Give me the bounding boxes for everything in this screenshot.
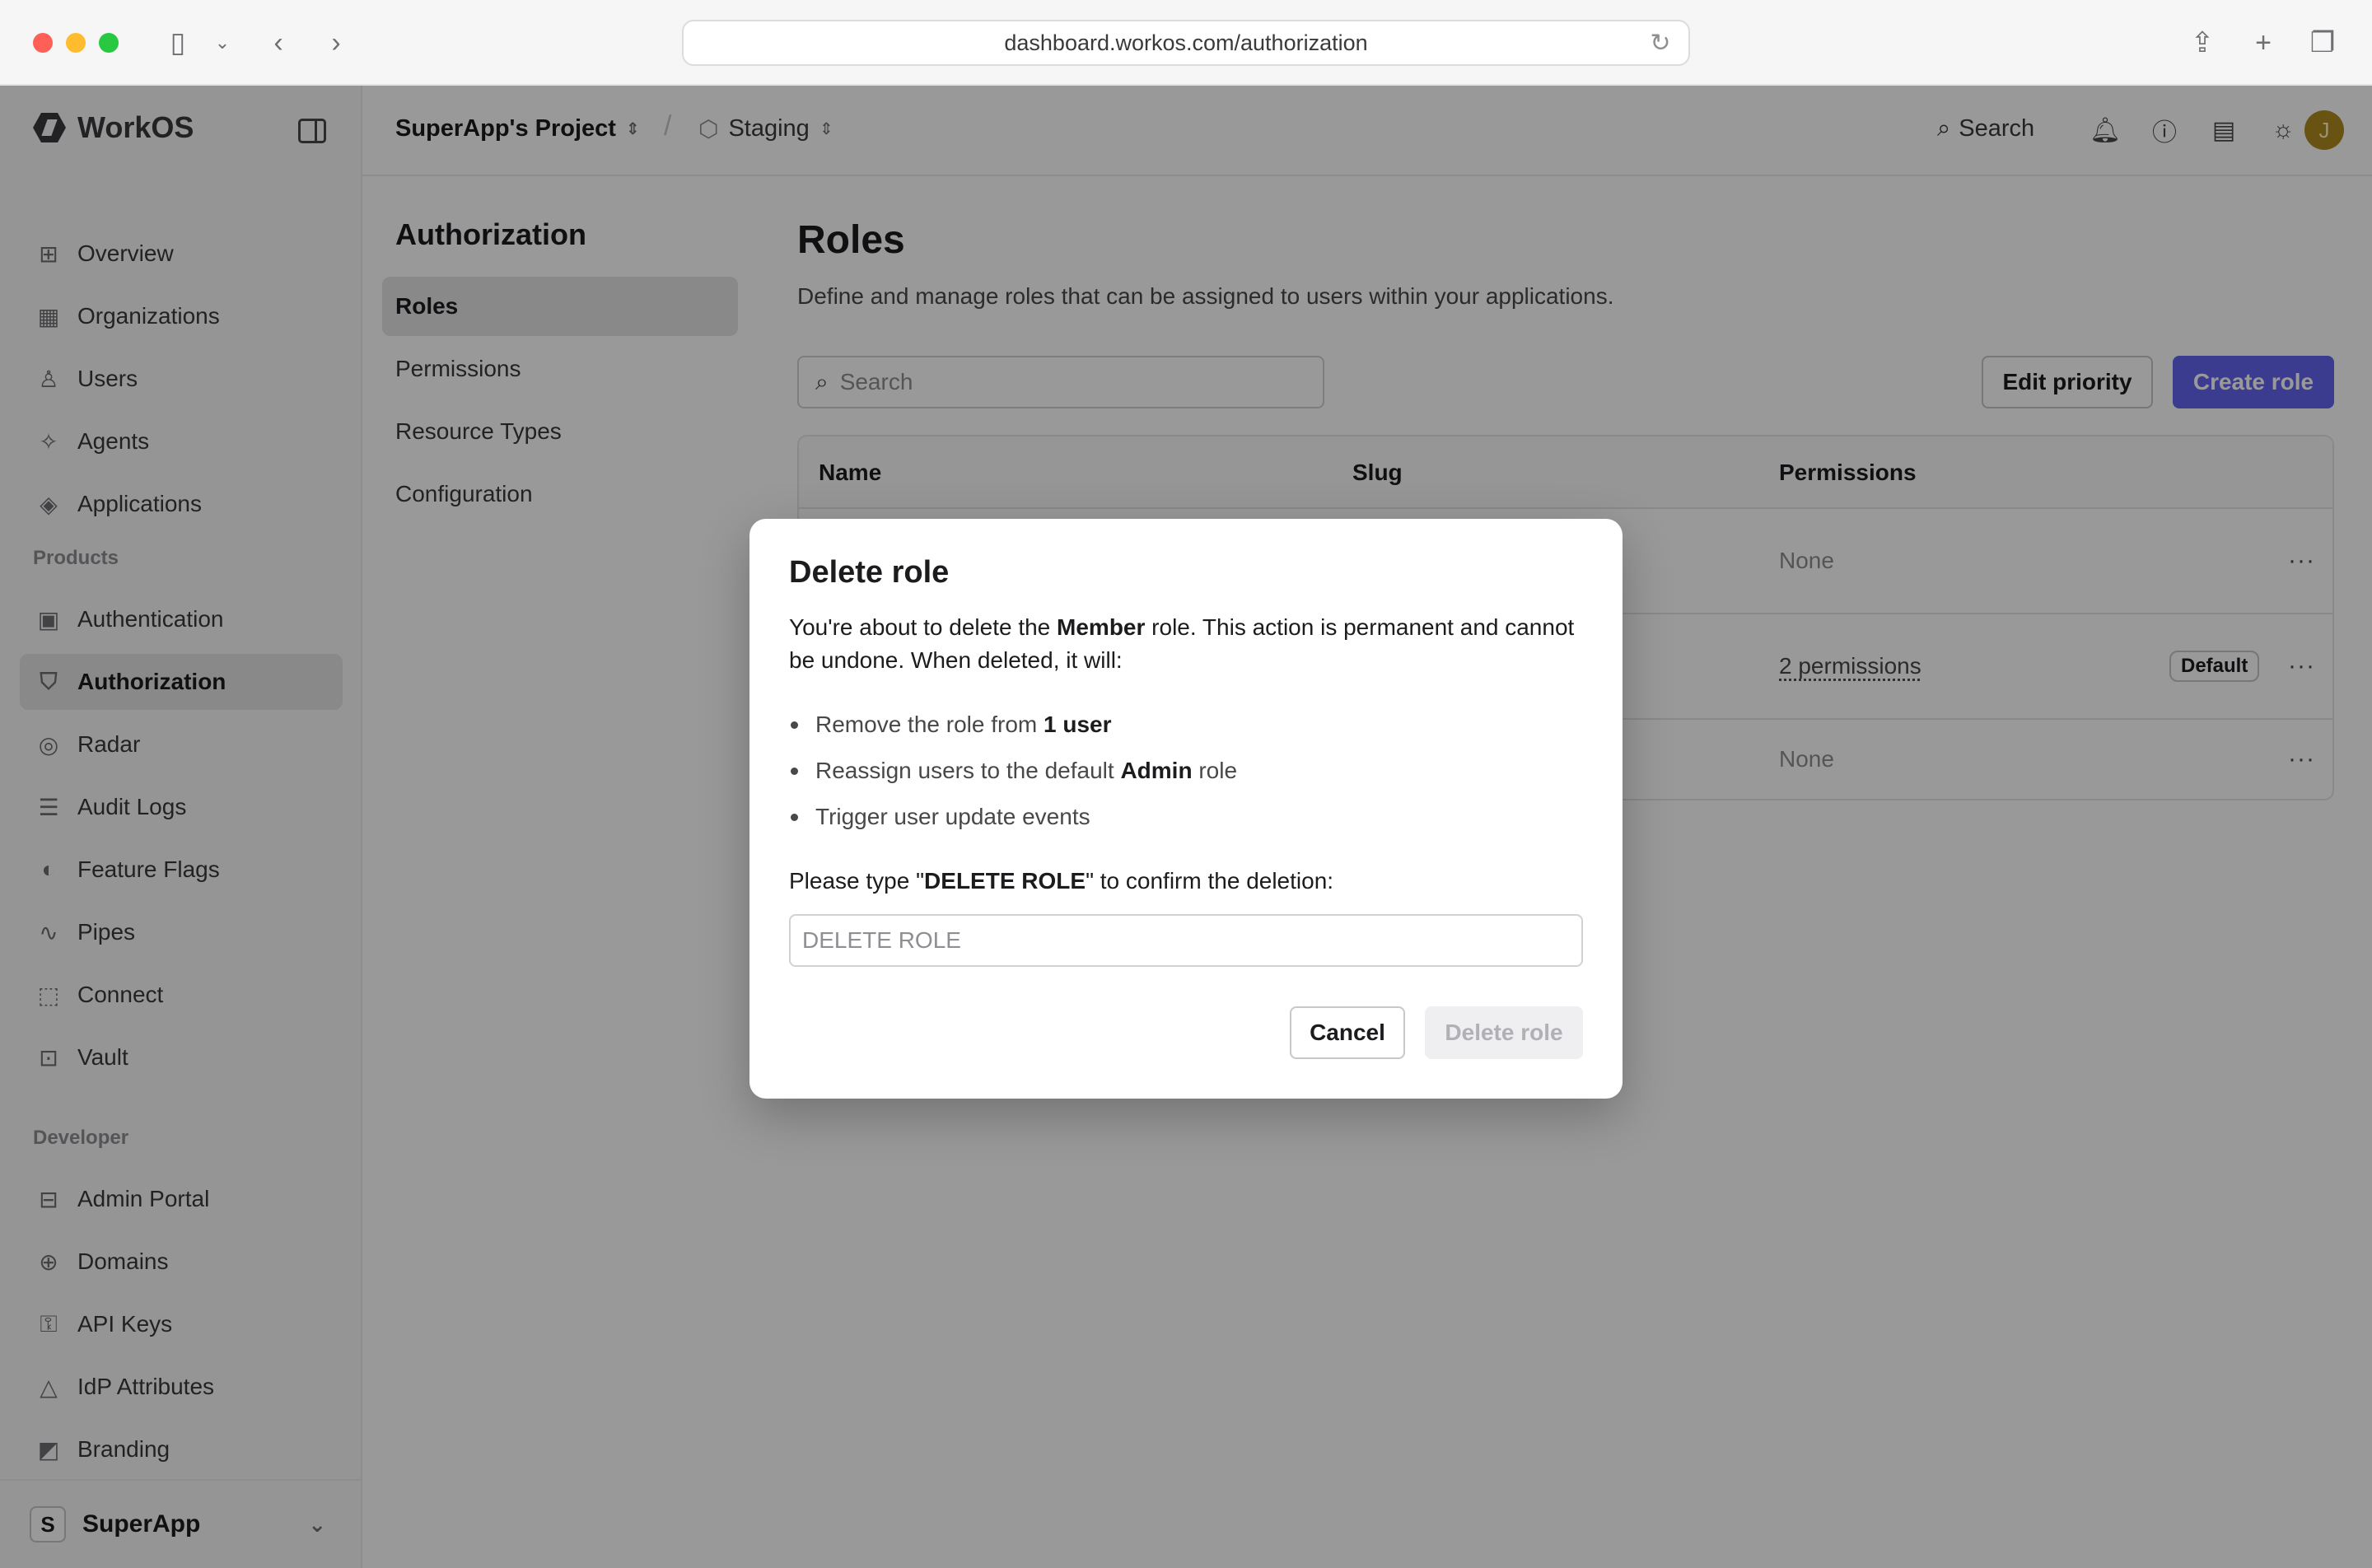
- confirm-text: Please type ": [789, 868, 925, 894]
- list-item: Trigger user update events: [789, 794, 1580, 840]
- role-name: Member: [1057, 614, 1146, 640]
- intro-text: You're about to delete the: [789, 614, 1058, 640]
- maximize-window-button[interactable]: [99, 33, 119, 53]
- delete-role-button[interactable]: Delete role: [1425, 1006, 1583, 1059]
- minimize-window-button[interactable]: [66, 33, 86, 53]
- dialog-title: Delete role: [789, 555, 950, 590]
- confirm-delete-input[interactable]: [789, 914, 1583, 967]
- tabs-overview-icon[interactable]: ❐: [2303, 23, 2342, 63]
- bullet-after: role: [1192, 758, 1238, 783]
- share-icon[interactable]: ⇪: [2183, 23, 2222, 63]
- confirm-instruction: Please type "DELETE ROLE" to confirm the…: [789, 868, 1333, 894]
- browser-chrome: ▯ ⌄ ‹ › dashboard.workos.com/authorizati…: [0, 0, 2372, 86]
- bullet-bold: Admin: [1120, 758, 1193, 783]
- bullet-text: Trigger user update events: [815, 804, 1090, 829]
- bullet-text: Remove the role from: [815, 712, 1044, 737]
- reload-icon[interactable]: ↻: [1646, 28, 1675, 58]
- chevron-down-icon[interactable]: ⌄: [203, 23, 242, 63]
- address-bar[interactable]: dashboard.workos.com/authorization ↻: [682, 20, 1690, 66]
- back-icon[interactable]: ‹: [259, 23, 298, 63]
- close-window-button[interactable]: [33, 33, 53, 53]
- bullet-bold: 1 user: [1044, 712, 1112, 737]
- url-text: dashboard.workos.com/authorization: [1004, 30, 1368, 55]
- delete-role-dialog: Delete role You're about to delete the M…: [749, 519, 1623, 1099]
- confirm-text: " to confirm the deletion:: [1086, 868, 1334, 894]
- forward-icon[interactable]: ›: [316, 23, 356, 63]
- bullet-text: Reassign users to the default: [815, 758, 1121, 783]
- cancel-button[interactable]: Cancel: [1290, 1006, 1405, 1059]
- sidebar-toggle-icon[interactable]: ▯: [158, 23, 198, 63]
- confirm-phrase: DELETE ROLE: [924, 868, 1086, 894]
- list-item: Remove the role from 1 user: [789, 702, 1580, 748]
- consequence-list: Remove the role from 1 user Reassign use…: [789, 702, 1580, 840]
- dialog-intro: You're about to delete the Member role. …: [789, 611, 1580, 677]
- list-item: Reassign users to the default Admin role: [789, 748, 1580, 794]
- new-tab-icon[interactable]: +: [2244, 23, 2283, 63]
